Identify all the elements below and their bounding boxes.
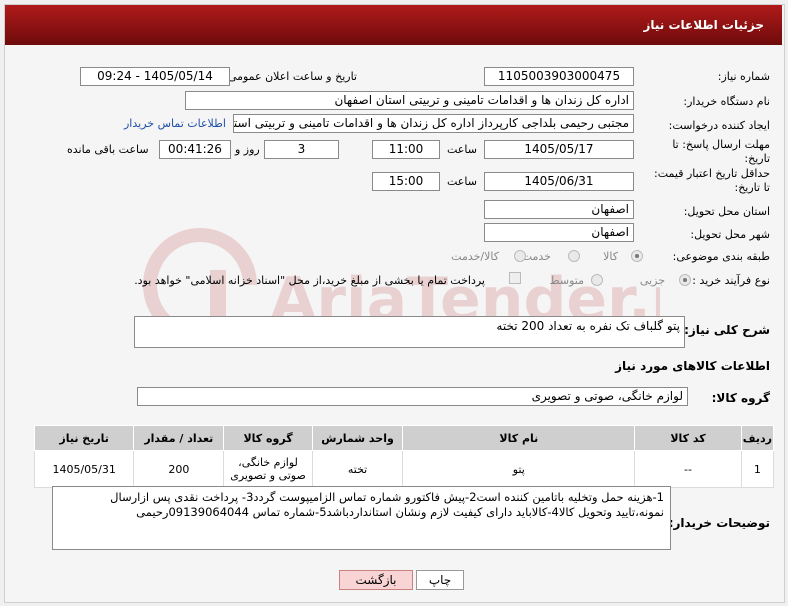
validity-time-field: 15:00 xyxy=(372,172,440,191)
col-item-code: کد کالا xyxy=(634,425,742,451)
remaining-time-field: 00:41:26 xyxy=(159,140,231,159)
deadline-days-field: 3 xyxy=(264,140,339,159)
back-button[interactable]: بازگشت xyxy=(339,570,413,590)
buyer-label: نام دستگاه خریدار: xyxy=(683,95,770,108)
buyer-contact-link[interactable]: اطلاعات تماس خریدار xyxy=(124,117,226,130)
treasury-checkbox[interactable] xyxy=(509,272,521,284)
buyer-notes-textarea[interactable]: 1-هزینه حمل وتخلیه باتامین کننده است2-پی… xyxy=(52,486,671,550)
category-service-label: خدمت xyxy=(521,250,551,263)
validity-time-label: ساعت xyxy=(447,175,477,188)
deadline-date-field: 1405/05/17 xyxy=(484,140,634,159)
goods-group-label: گروه کالا: xyxy=(711,391,770,405)
validity-label-line1: حداقل تاریخ اعتبار قیمت: xyxy=(654,167,770,180)
col-row-number: ردیف xyxy=(740,425,775,451)
buyer-notes-label: توضیحات خریدار: xyxy=(668,516,770,530)
deadline-label-line2: تاریخ: xyxy=(744,152,770,165)
description-label: شرح کلی نیاز: xyxy=(684,323,770,337)
validity-label-line2: تا تاریخ: xyxy=(734,181,770,194)
need-number-field: 1105003903000475 xyxy=(484,67,634,86)
validity-date-field: 1405/06/31 xyxy=(484,172,634,191)
deadline-label-line1: مهلت ارسال پاسخ: تا xyxy=(672,138,770,151)
process-medium-label: متوسط xyxy=(549,274,584,287)
cell-row-number: 1 xyxy=(740,450,775,488)
cell-unit: تخته xyxy=(311,450,404,488)
category-goods-service-label: کالا/خدمت xyxy=(451,250,499,263)
col-item-group: گروه کالا xyxy=(223,425,313,451)
col-need-date: تاریخ نیاز xyxy=(33,425,135,451)
need-number-label: شماره نیاز: xyxy=(717,70,770,83)
goods-section-title: اطلاعات کالاهای مورد نیاز xyxy=(615,359,770,373)
cell-quantity: 200 xyxy=(133,450,225,488)
process-minor-radio[interactable] xyxy=(679,274,691,286)
goods-table: ردیف کد کالا نام کالا واحد شمارش گروه کا… xyxy=(33,425,775,488)
description-textarea[interactable]: پتو گلباف تک نفره به تعداد 200 تخته xyxy=(134,316,685,348)
deadline-time-field: 11:00 xyxy=(372,140,440,159)
remaining-time-label: ساعت باقی مانده xyxy=(67,143,149,156)
province-field: اصفهان xyxy=(484,200,634,219)
cell-item-group: لوازم خانگی، صوتی و تصویری xyxy=(223,450,313,488)
creator-field: مجتبی رحیمی بلداجی کارپرداز اداره کل زند… xyxy=(233,114,634,133)
category-goods-radio[interactable] xyxy=(631,250,643,262)
page-title: جزئیات اطلاعات نیاز xyxy=(643,18,764,32)
creator-label: ایجاد کننده درخواست: xyxy=(668,119,770,132)
process-medium-radio[interactable] xyxy=(591,274,603,286)
cell-need-date: 1405/05/31 xyxy=(33,450,135,488)
goods-group-field: لوازم خانگی، صوتی و تصویری xyxy=(137,387,688,406)
announce-field: 1405/05/14 - 09:24 xyxy=(80,67,230,86)
announce-label: تاریخ و ساعت اعلان عمومی: xyxy=(224,70,357,83)
cell-item-name: پتو xyxy=(402,450,636,488)
deadline-time-label: ساعت xyxy=(447,143,477,156)
col-item-name: نام کالا xyxy=(402,425,636,451)
print-button[interactable]: چاپ xyxy=(416,570,464,590)
table-row: 1 -- پتو تخته لوازم خانگی، صوتی و تصویری… xyxy=(33,450,775,488)
city-field: اصفهان xyxy=(484,223,634,242)
page-header: جزئیات اطلاعات نیاز xyxy=(5,5,782,45)
deadline-days-label: روز و xyxy=(235,143,260,156)
cell-item-code: -- xyxy=(634,450,742,488)
process-minor-label: جزیی xyxy=(639,274,665,287)
category-goods-label: کالا xyxy=(603,250,618,263)
goods-table-header: ردیف کد کالا نام کالا واحد شمارش گروه کا… xyxy=(33,425,775,451)
city-label: شهر محل تحویل: xyxy=(690,228,770,241)
process-label: نوع فرآیند خرید : xyxy=(692,274,770,287)
category-service-radio[interactable] xyxy=(568,250,580,262)
treasury-note: پرداخت تمام یا بخشی از مبلغ خرید،از محل … xyxy=(134,274,485,287)
buyer-field: اداره کل زندان ها و اقدامات تامینی و ترب… xyxy=(185,91,634,110)
category-goods-service-radio[interactable] xyxy=(514,250,526,262)
col-quantity: تعداد / مقدار xyxy=(133,425,225,451)
col-unit: واحد شمارش xyxy=(311,425,404,451)
province-label: استان محل تحویل: xyxy=(683,205,770,218)
category-label: طبقه بندی موضوعی: xyxy=(672,250,770,263)
